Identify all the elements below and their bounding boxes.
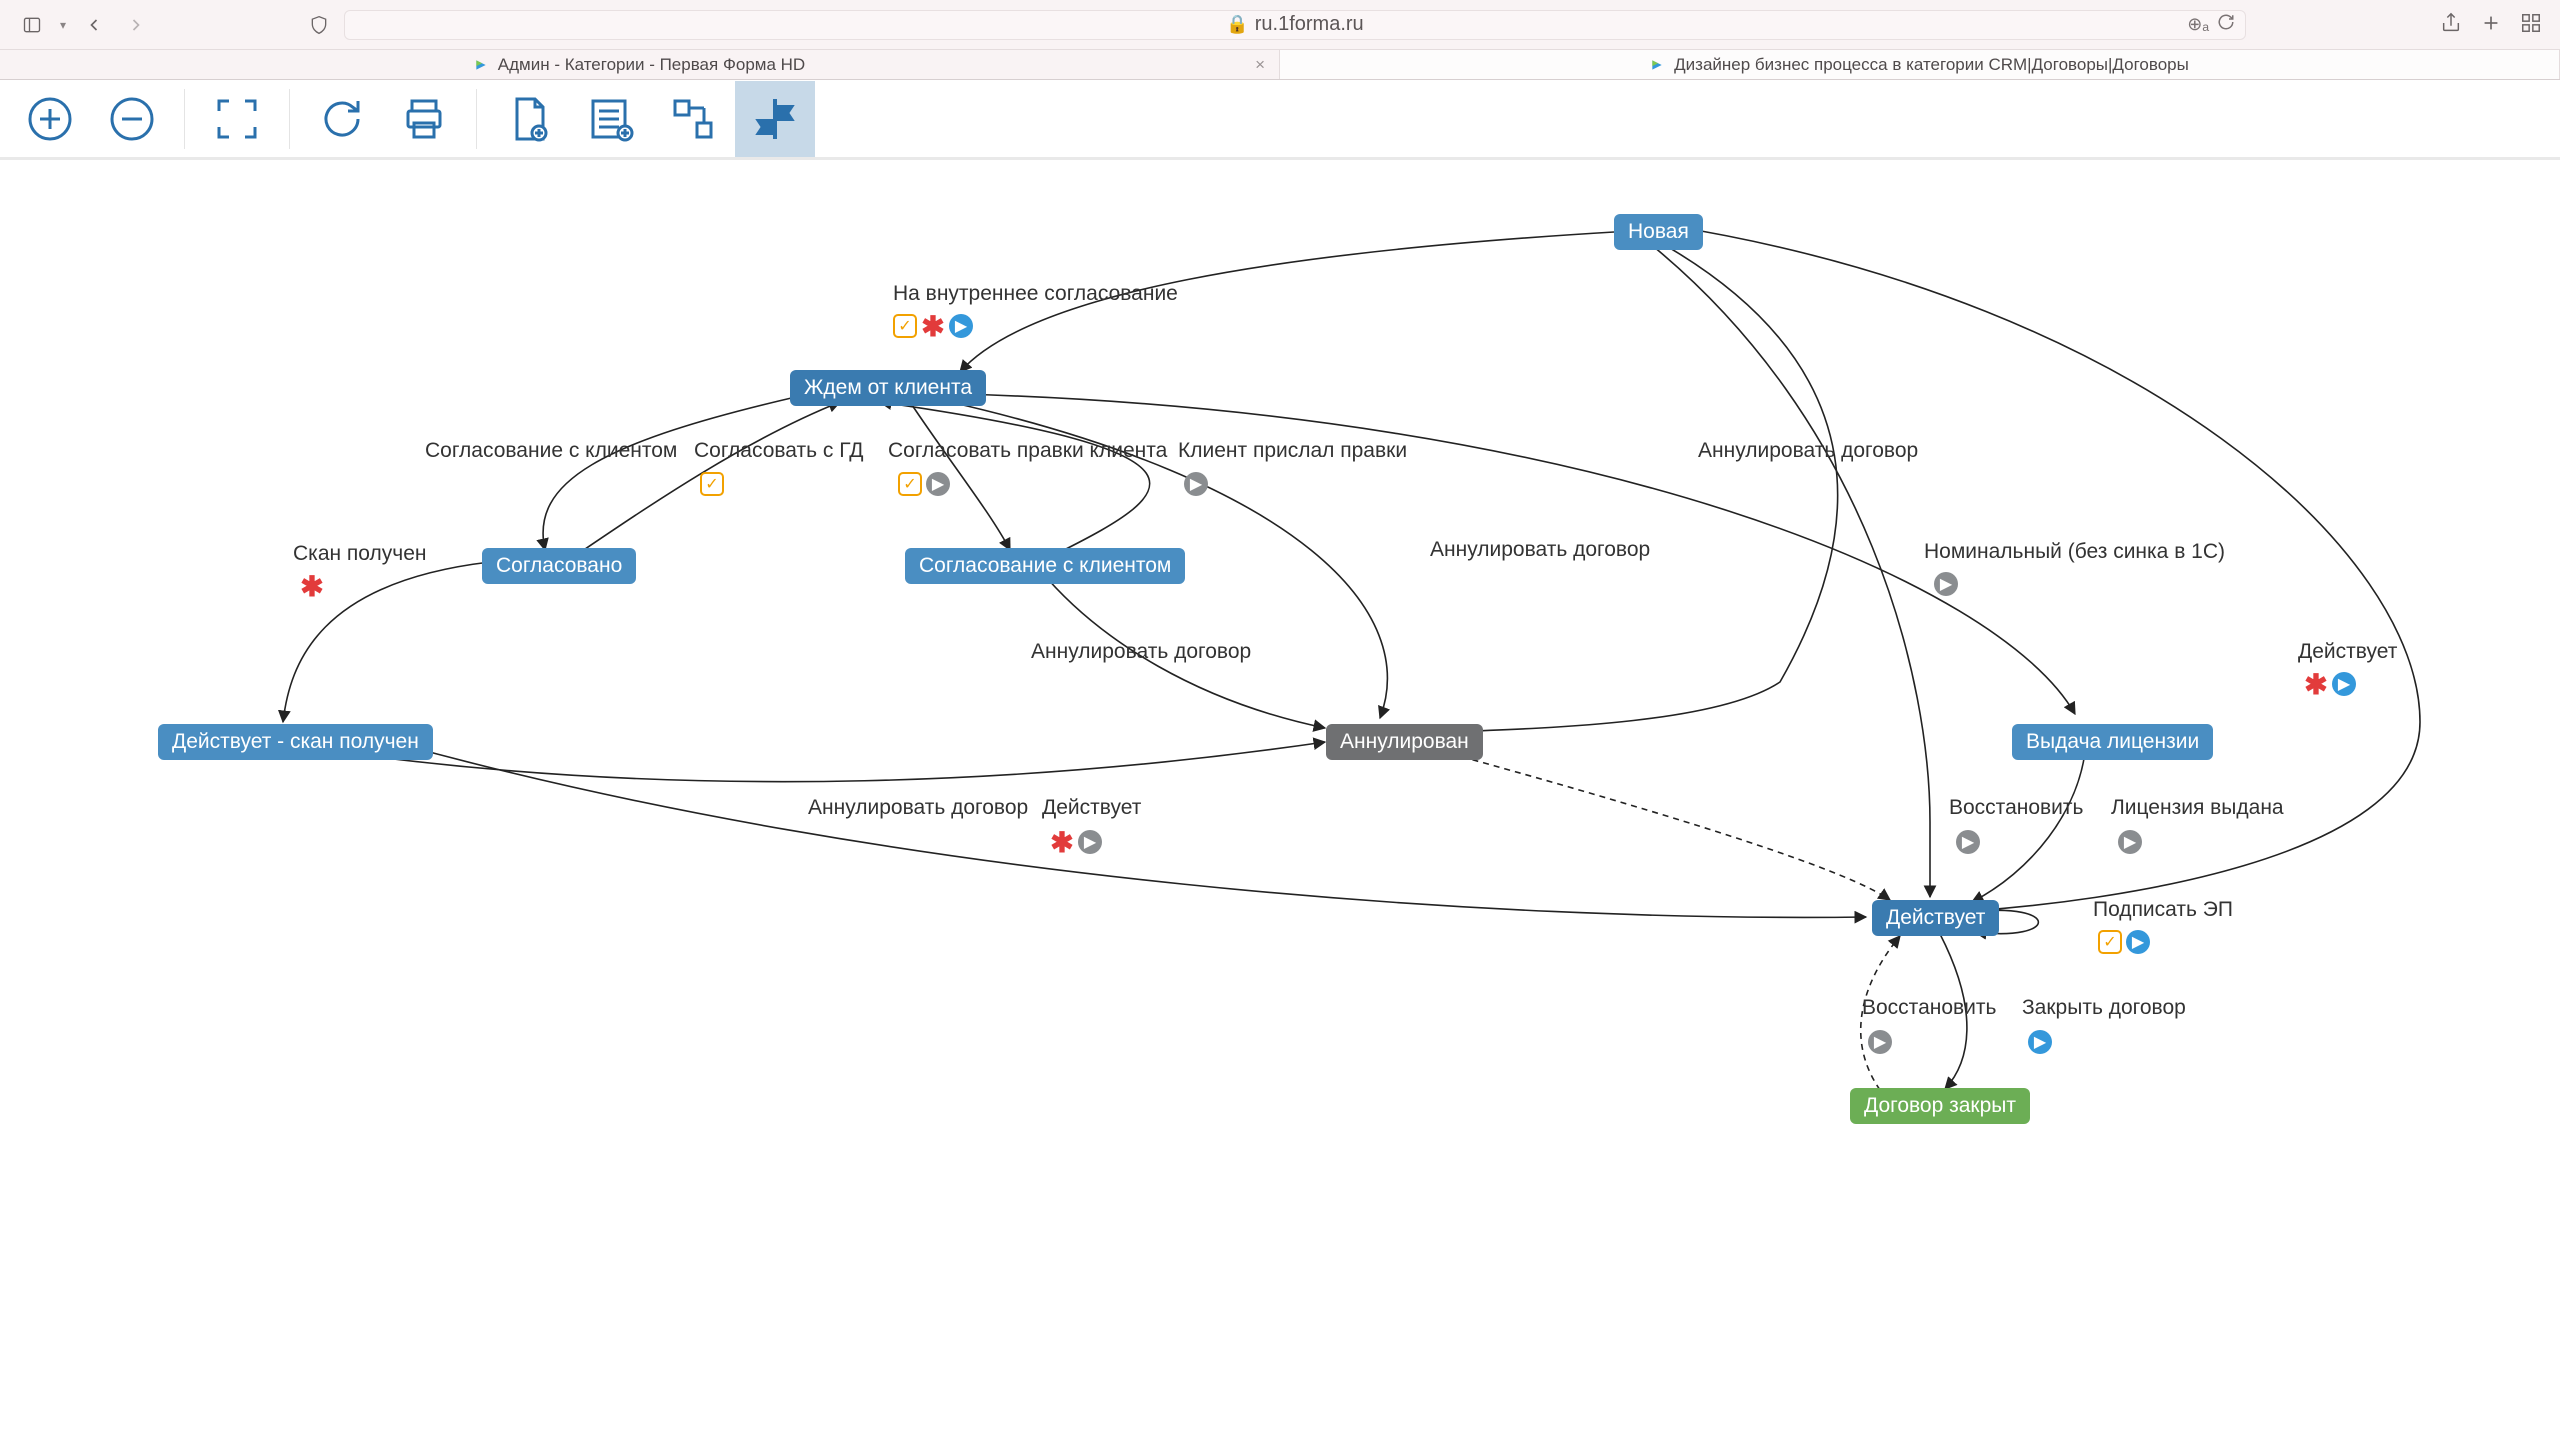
play-icon: ▶ xyxy=(949,314,973,338)
badges: ▶ xyxy=(1868,1030,1892,1054)
sidebar-toggle-icon[interactable] xyxy=(18,11,46,39)
badges: ✓ ✱ ▶ xyxy=(893,314,973,338)
close-icon[interactable]: × xyxy=(1255,55,1265,75)
node-annulled[interactable]: Аннулирован xyxy=(1326,724,1483,760)
new-list-button[interactable] xyxy=(571,81,651,157)
node-approved[interactable]: Согласовано xyxy=(482,548,636,584)
check-icon: ✓ xyxy=(700,472,724,496)
new-tab-icon[interactable] xyxy=(2480,12,2502,37)
app-toolbar xyxy=(0,80,2560,160)
node-wait[interactable]: Ждем от клиента xyxy=(790,370,986,406)
badges: ✱ xyxy=(300,574,324,598)
node-license[interactable]: Выдача лицензии xyxy=(2012,724,2213,760)
node-client-approval[interactable]: Согласование с клиентом xyxy=(905,548,1185,584)
play-icon: ▶ xyxy=(1934,572,1958,596)
tab-title: Админ - Категории - Первая Форма HD xyxy=(498,55,805,75)
play-icon: ▶ xyxy=(926,472,950,496)
star-icon: ✱ xyxy=(2304,672,2328,696)
new-document-button[interactable] xyxy=(489,81,569,157)
play-icon: ▶ xyxy=(2332,672,2356,696)
node-active-scan[interactable]: Действует - скан получен xyxy=(158,724,433,760)
badges: ▶ xyxy=(2118,830,2142,854)
reload-button[interactable] xyxy=(302,81,382,157)
check-icon: ✓ xyxy=(893,314,917,338)
star-icon: ✱ xyxy=(300,574,324,598)
star-icon: ✱ xyxy=(921,314,945,338)
edge-label: Аннулировать договор xyxy=(808,796,1028,820)
check-icon: ✓ xyxy=(2098,930,2122,954)
edge-label: Аннулировать договор xyxy=(1430,538,1650,562)
edge-label: Согласование с клиентом xyxy=(425,439,677,463)
play-icon: ▶ xyxy=(1184,472,1208,496)
play-icon: ▶ xyxy=(1956,830,1980,854)
edge-label: Действует xyxy=(2298,640,2397,664)
edge-label: На внутреннее согласование xyxy=(893,282,1178,306)
edge-label: Согласовать с ГД xyxy=(694,439,863,463)
edge-label: Лицензия выдана xyxy=(2111,796,2284,820)
diagram-mode-button[interactable] xyxy=(653,81,733,157)
badges: ✱ ▶ xyxy=(1050,830,1102,854)
browser-chrome: ▾ 🔒 ru.1forma.ru ⊕ₐ xyxy=(0,0,2560,50)
flow-canvas[interactable]: Новая Ждем от клиента Согласовано Соглас… xyxy=(0,162,2560,1440)
edge-label: Клиент прислал правки xyxy=(1178,439,1407,463)
edge-label: Скан получен xyxy=(293,542,427,566)
tab-overview-icon[interactable] xyxy=(2520,12,2542,37)
nav-forward-icon[interactable] xyxy=(122,11,150,39)
play-icon: ▶ xyxy=(1868,1030,1892,1054)
play-icon: ▶ xyxy=(2028,1030,2052,1054)
edge-label: Закрыть договор xyxy=(2022,996,2186,1020)
badges: ✱ ▶ xyxy=(2304,672,2356,696)
tab-admin[interactable]: Админ - Категории - Первая Форма HD × xyxy=(0,50,1280,79)
browser-tabs: Админ - Категории - Первая Форма HD × Ди… xyxy=(0,50,2560,80)
edge-label: Восстановить xyxy=(1862,996,1996,1020)
check-icon: ✓ xyxy=(898,472,922,496)
badges: ✓ xyxy=(700,472,724,496)
badges: ▶ xyxy=(1934,572,1958,596)
nav-back-icon[interactable] xyxy=(80,11,108,39)
shield-icon[interactable] xyxy=(305,11,333,39)
play-icon: ▶ xyxy=(1078,830,1102,854)
node-active[interactable]: Действует xyxy=(1872,900,1999,936)
reload-page-icon[interactable] xyxy=(2217,13,2235,37)
badges: ✓ ▶ xyxy=(2098,930,2150,954)
edge-label: Восстановить xyxy=(1949,796,2083,820)
badges: ▶ xyxy=(1956,830,1980,854)
tab-title: Дизайнер бизнес процесса в категории CRM… xyxy=(1674,55,2189,75)
print-button[interactable] xyxy=(384,81,464,157)
edge-label: Номинальный (без синка в 1С) xyxy=(1924,540,2225,564)
star-icon: ✱ xyxy=(1050,830,1074,854)
play-icon: ▶ xyxy=(2126,930,2150,954)
edge-label: Аннулировать договор xyxy=(1031,640,1251,664)
tab-designer[interactable]: Дизайнер бизнес процесса в категории CRM… xyxy=(1280,50,2560,79)
share-icon[interactable] xyxy=(2440,12,2462,37)
fit-screen-button[interactable] xyxy=(197,81,277,157)
zoom-out-button[interactable] xyxy=(92,81,172,157)
favicon-icon xyxy=(474,58,488,72)
zoom-in-button[interactable] xyxy=(10,81,90,157)
lock-icon: 🔒 xyxy=(1226,14,1248,35)
edge-label: Согласовать правки клиента xyxy=(888,439,1167,463)
badges: ✓ ▶ xyxy=(898,472,950,496)
node-closed[interactable]: Договор закрыт xyxy=(1850,1088,2030,1124)
separator xyxy=(289,89,290,149)
play-icon: ▶ xyxy=(2118,830,2142,854)
url-host: ru.1forma.ru xyxy=(1255,13,1364,36)
badges: ▶ xyxy=(2028,1030,2052,1054)
translate-icon[interactable]: ⊕ₐ xyxy=(2187,14,2209,35)
separator xyxy=(476,89,477,149)
edge-label: Подписать ЭП xyxy=(2093,898,2233,922)
node-new[interactable]: Новая xyxy=(1614,214,1703,250)
route-mode-button[interactable] xyxy=(735,81,815,157)
separator xyxy=(184,89,185,149)
badges: ▶ xyxy=(1184,472,1208,496)
address-bar[interactable]: 🔒 ru.1forma.ru ⊕ₐ xyxy=(344,10,2246,40)
edge-label: Аннулировать договор xyxy=(1698,439,1918,463)
favicon-icon xyxy=(1650,58,1664,72)
edge-label: Действует xyxy=(1042,796,1141,820)
